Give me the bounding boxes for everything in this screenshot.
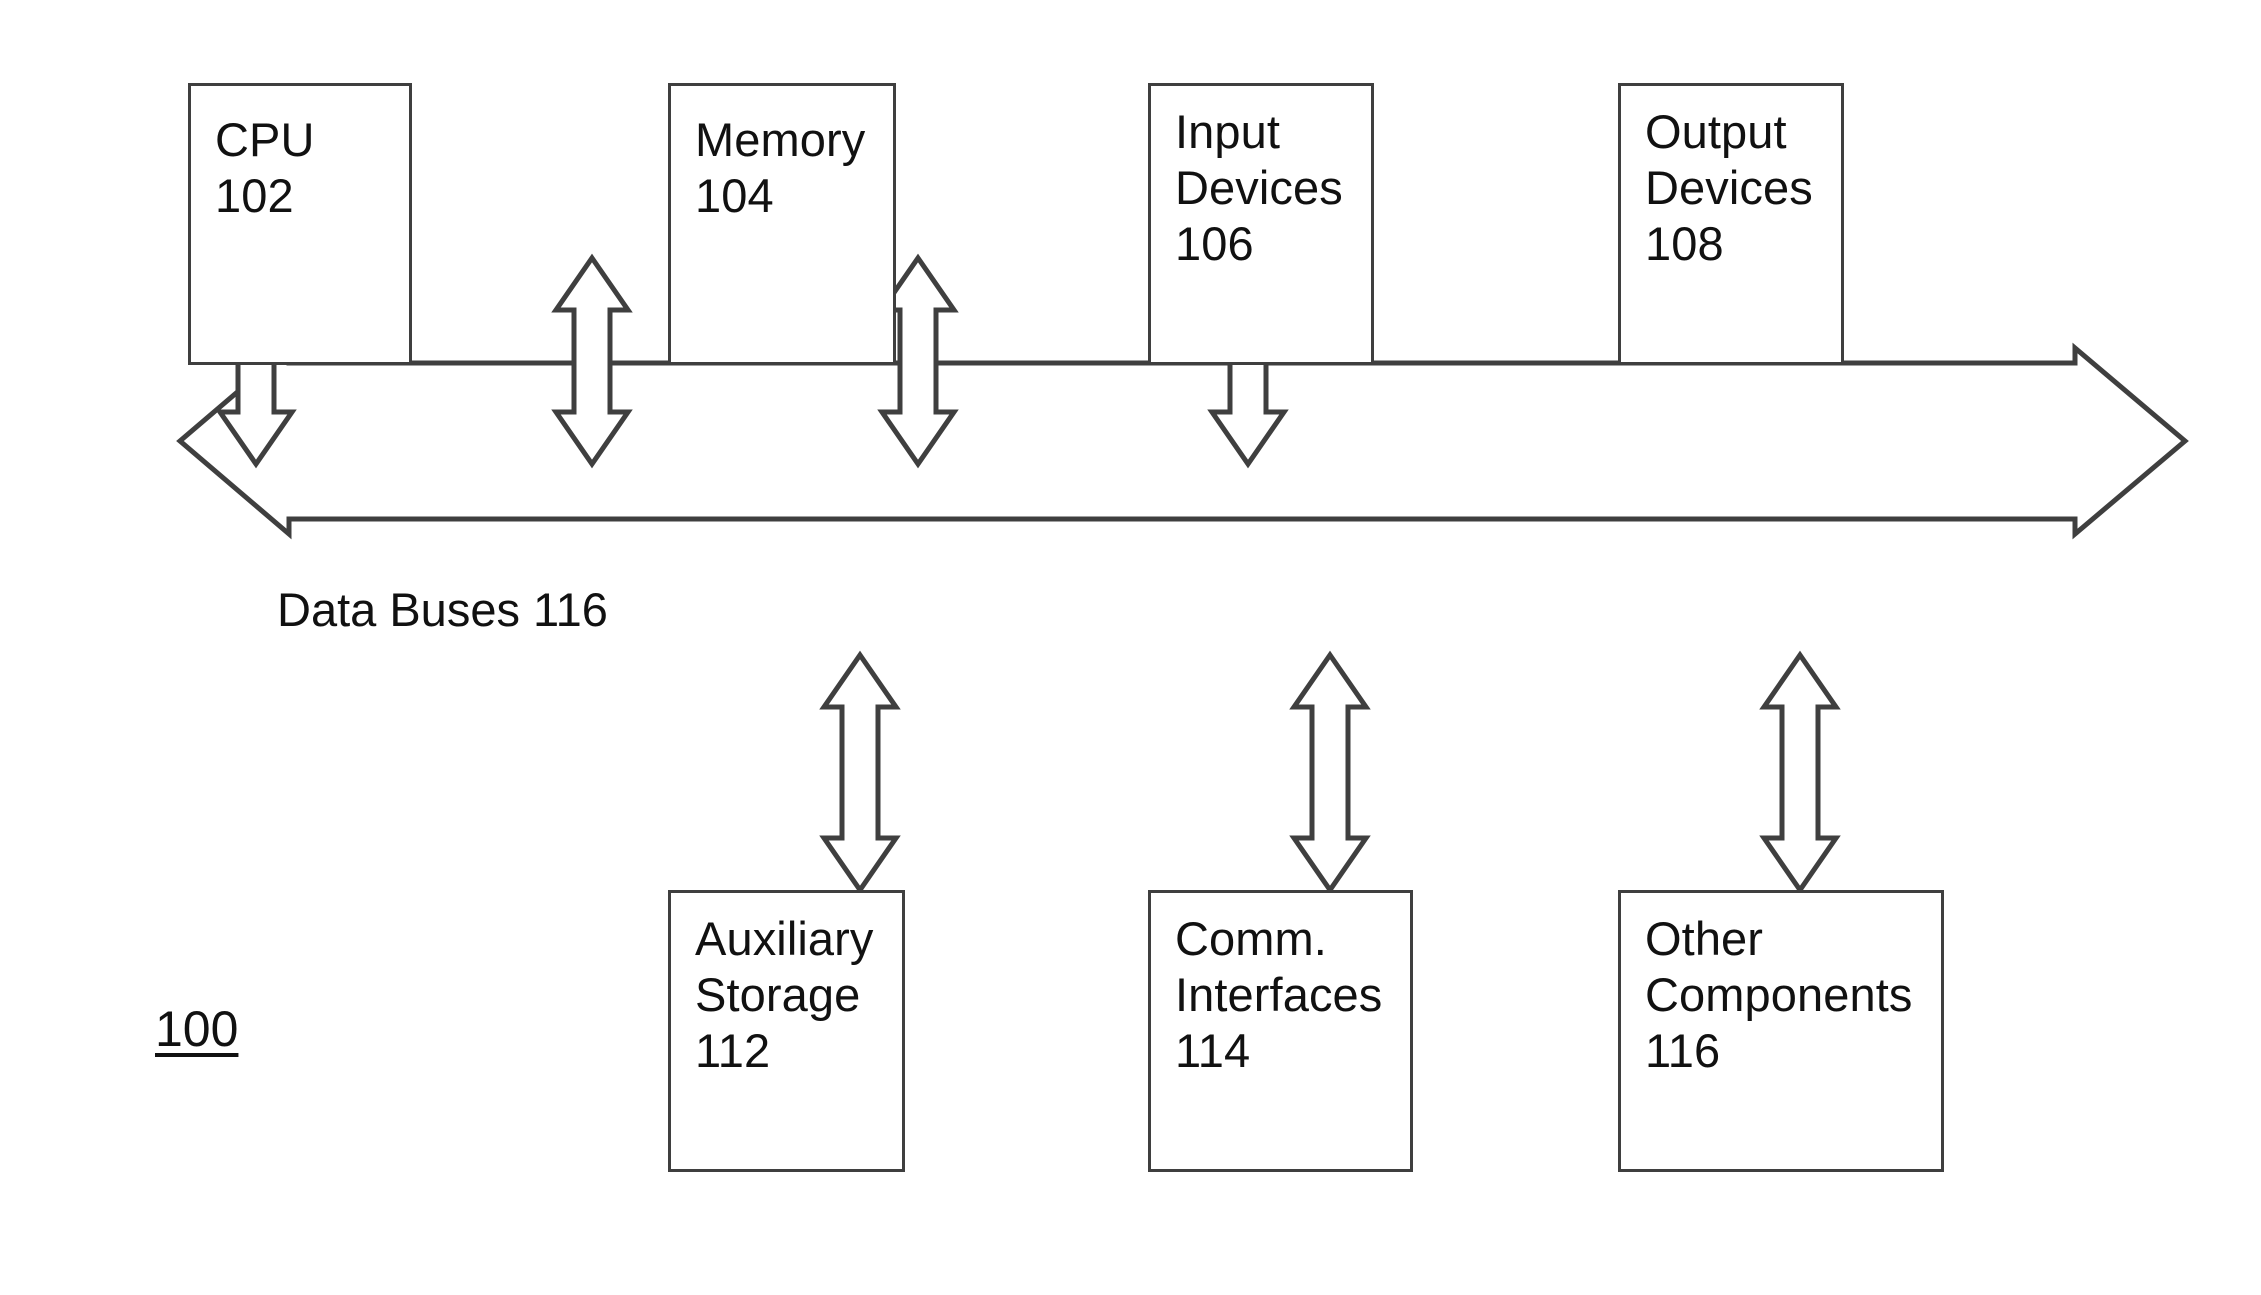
- node-auxiliary-storage-numeral: 112: [695, 1024, 771, 1077]
- node-other-components-title-2: Components: [1645, 968, 1913, 1021]
- connector-bus-to-auxiliary-storage: [819, 650, 901, 895]
- node-input-devices-title-1: Input: [1175, 105, 1281, 158]
- figure-reference-numeral: 100: [155, 1001, 239, 1057]
- node-comm-interfaces-title-1: Comm.: [1175, 912, 1327, 965]
- node-input-devices-title-2: Devices: [1175, 161, 1343, 214]
- node-input-devices-numeral: 106: [1175, 217, 1254, 270]
- node-output-devices-title-1: Output: [1645, 105, 1787, 158]
- connector-bus-to-comm-interfaces: [1289, 650, 1371, 895]
- node-other-components-title-1: Other: [1645, 912, 1764, 965]
- node-auxiliary-storage-title-1: Auxiliary: [695, 912, 874, 965]
- node-output-devices-title-2: Devices: [1645, 161, 1813, 214]
- node-comm-interfaces-numeral: 114: [1175, 1024, 1251, 1077]
- node-auxiliary-storage[interactable]: Auxiliary Storage 112: [668, 890, 905, 1172]
- node-cpu[interactable]: CPU 102: [188, 83, 412, 365]
- data-bus-label: Data Buses 116: [277, 583, 608, 636]
- node-memory[interactable]: Memory 104: [668, 83, 896, 365]
- node-auxiliary-storage-title-2: Storage: [695, 968, 861, 1021]
- node-comm-interfaces-title-2: Interfaces: [1175, 968, 1383, 1021]
- node-cpu-title: CPU: [215, 113, 315, 166]
- node-comm-interfaces[interactable]: Comm. Interfaces 114: [1148, 890, 1413, 1172]
- data-bus-shape: [176, 342, 2189, 540]
- patent-figure-block-diagram: CPU 102 Memory 104 Input Devices 106 Out…: [0, 0, 2261, 1295]
- node-memory-numeral: 104: [695, 169, 774, 222]
- node-output-devices[interactable]: Output Devices 108: [1618, 83, 1844, 365]
- node-cpu-numeral: 102: [215, 169, 294, 222]
- node-memory-title: Memory: [695, 113, 866, 166]
- node-other-components[interactable]: Other Components 116: [1618, 890, 1944, 1172]
- node-input-devices[interactable]: Input Devices 106: [1148, 83, 1374, 365]
- node-other-components-numeral: 116: [1645, 1024, 1721, 1077]
- node-output-devices-numeral: 108: [1645, 217, 1724, 270]
- connector-bus-to-other-components: [1759, 650, 1841, 895]
